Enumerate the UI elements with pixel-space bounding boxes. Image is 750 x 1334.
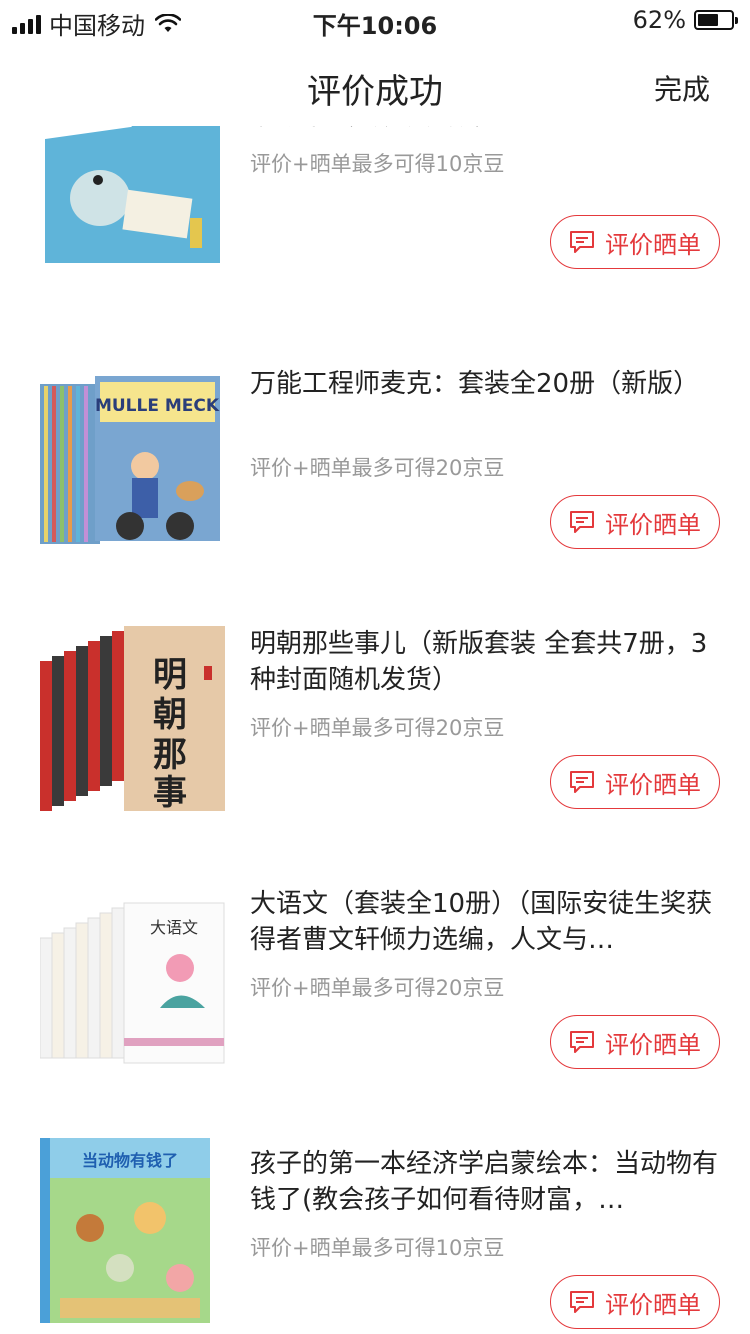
review-button[interactable]: 评价晒单 (550, 215, 720, 269)
review-button[interactable]: 评价晒单 (550, 1015, 720, 1069)
comment-icon (570, 1291, 594, 1313)
product-title[interactable]: 大语文（套装全10册）（国际安徒生奖获得者曹文轩倾力选编，人文与… (250, 886, 720, 958)
list-item: 明 朝 那 事 明朝那些事儿（新版套装 全套共7册，3种封面随机发货） 评价+晒… (0, 618, 750, 878)
product-cover[interactable]: 大语文 (40, 898, 225, 1083)
reward-hint: 评价+晒单最多可得20京豆 (250, 976, 505, 1000)
review-button-label: 评价晒单 (605, 230, 701, 259)
cover-image: 明 朝 那 事 (40, 626, 225, 811)
list-item: MULLE MECK 万能工程师麦克：套装全20册（新版） 评价+晒单最多可得2… (0, 358, 750, 618)
reward-hint: 评价+晒单最多可得20京豆 (250, 716, 505, 740)
battery-fill (698, 14, 718, 26)
list-item: 活动书（套装共5册） 评价+晒单最多可得10京豆 评价晒单 (0, 126, 750, 358)
status-bar: 中国移动 下午10:06 62% (0, 0, 750, 42)
list-item: 大语文 大语文（套装全10册）（国际安徒生奖获得者曹文轩倾力选编，人文与… 评价… (0, 878, 750, 1138)
comment-icon (570, 771, 594, 793)
product-title[interactable]: 万能工程师麦克：套装全20册（新版） (250, 366, 720, 402)
svg-text:朝: 朝 (153, 695, 187, 735)
svg-text:当动物有钱了: 当动物有钱了 (82, 1151, 178, 1170)
svg-text:MULLE MECK: MULLE MECK (95, 396, 220, 416)
review-button[interactable]: 评价晒单 (550, 495, 720, 549)
review-button-label: 评价晒单 (605, 1290, 701, 1319)
battery-icon (694, 10, 738, 30)
nav-bar: 评价成功 完成 (0, 42, 750, 126)
svg-text:事: 事 (153, 773, 187, 811)
comment-icon (570, 511, 594, 533)
svg-text:那: 那 (153, 735, 187, 775)
product-cover[interactable] (40, 126, 225, 283)
review-button-label: 评价晒单 (605, 770, 701, 799)
cover-image (40, 126, 220, 263)
product-cover[interactable]: 明 朝 那 事 (40, 626, 225, 811)
svg-text:大语文: 大语文 (150, 918, 198, 937)
battery-percent: 62% (632, 6, 686, 34)
product-cover[interactable]: MULLE MECK (40, 376, 225, 561)
list-item: 当动物有钱了 孩子的第一本经济学启蒙绘本：当动物有钱了(教会孩子如何看待财富，…… (0, 1138, 750, 1334)
review-button-label: 评价晒单 (605, 510, 701, 539)
product-list[interactable]: 活动书（套装共5册） 评价+晒单最多可得10京豆 评价晒单 (0, 126, 750, 1334)
reward-hint: 评价+晒单最多可得20京豆 (250, 456, 505, 480)
reward-hint: 评价+晒单最多可得10京豆 (250, 1236, 505, 1260)
reward-hint: 评价+晒单最多可得10京豆 (250, 152, 505, 176)
review-button[interactable]: 评价晒单 (550, 1275, 720, 1329)
review-button-label: 评价晒单 (605, 1030, 701, 1059)
battery-group: 62% (632, 6, 738, 34)
product-title[interactable]: 孩子的第一本经济学启蒙绘本：当动物有钱了(教会孩子如何看待财富，… (250, 1146, 720, 1218)
svg-text:明: 明 (153, 655, 187, 695)
cover-image: MULLE MECK (40, 376, 220, 544)
comment-icon (570, 231, 594, 253)
review-button[interactable]: 评价晒单 (550, 755, 720, 809)
cover-image: 当动物有钱了 (40, 1138, 210, 1323)
product-title[interactable]: 明朝那些事儿（新版套装 全套共7册，3种封面随机发货） (250, 626, 720, 698)
product-title[interactable]: 活动书（套装共5册） (250, 126, 720, 134)
comment-icon (570, 1031, 594, 1053)
page-title: 评价成功 (307, 72, 443, 112)
done-button[interactable]: 完成 (654, 68, 710, 108)
cover-image: 大语文 (40, 902, 225, 1064)
product-cover[interactable]: 当动物有钱了 (40, 1138, 225, 1323)
